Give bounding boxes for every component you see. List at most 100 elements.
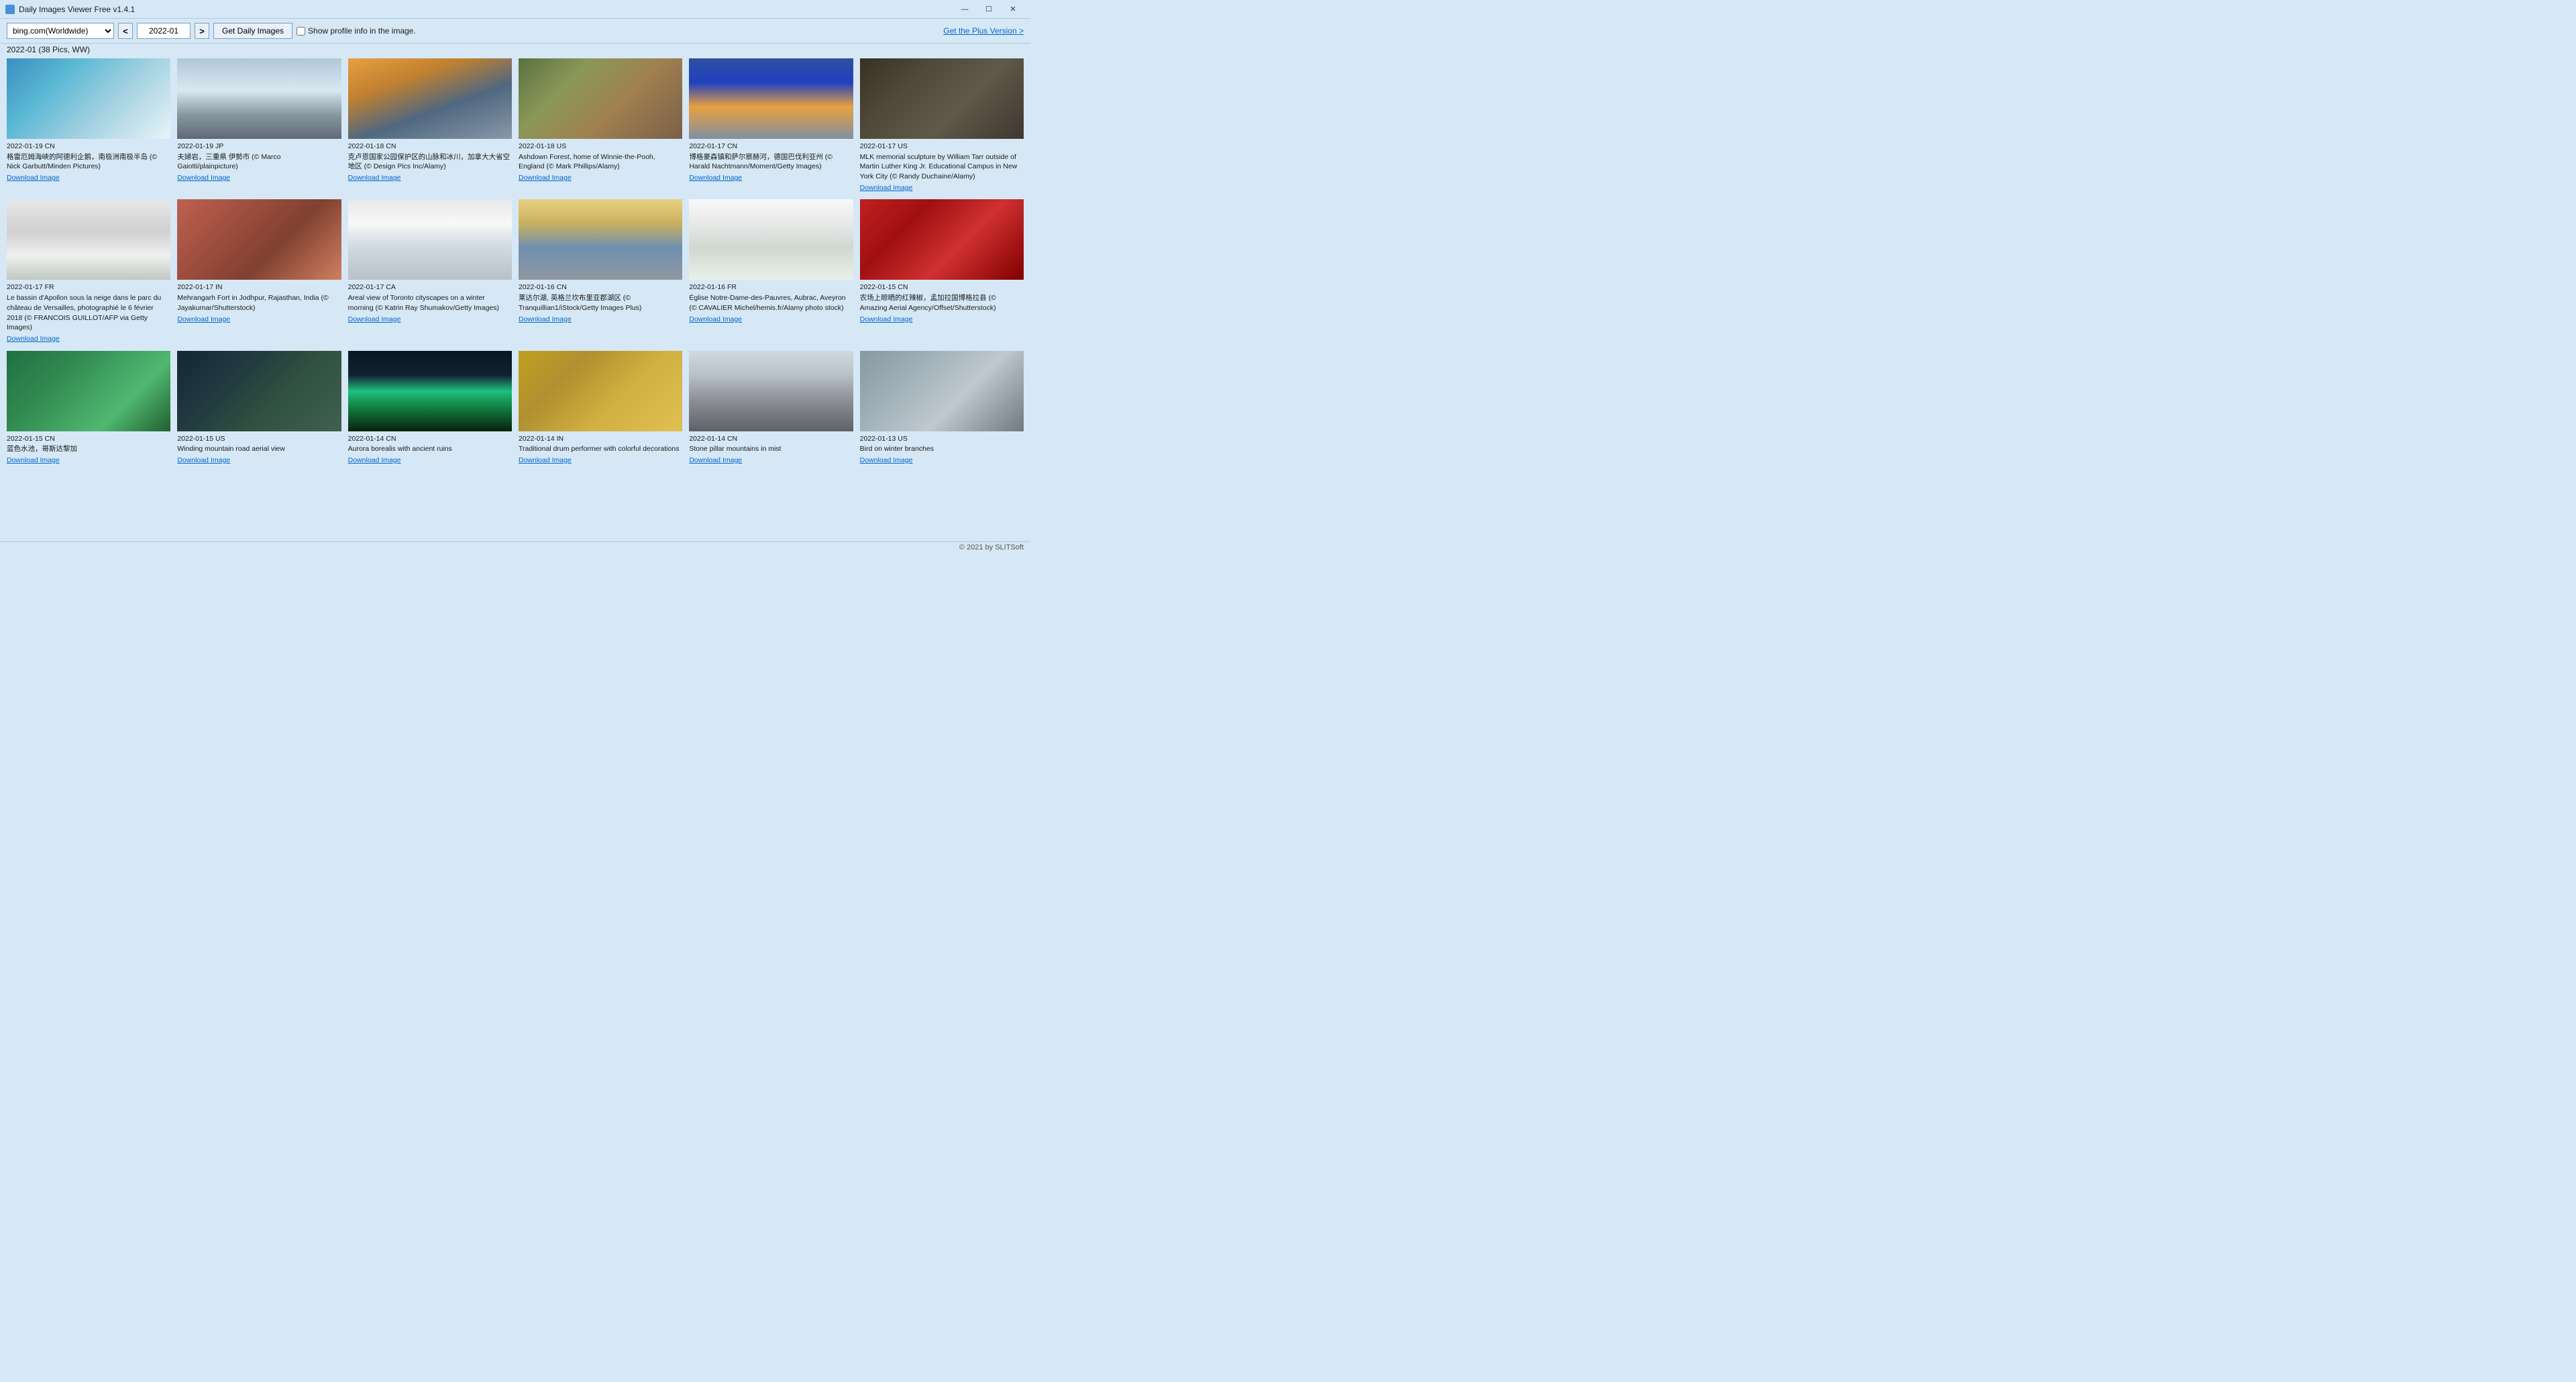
image-thumbnail	[348, 351, 512, 431]
image-meta: 2022-01-19 JP夫婦岩，三重県 伊勢市 (© Marco Gaiott…	[177, 142, 341, 183]
image-date-region: 2022-01-16 FR	[689, 282, 853, 293]
image-date-region: 2022-01-16 CN	[519, 282, 682, 293]
image-item: 2022-01-15 CN蓝色水池，哥斯达黎加Download Image	[7, 351, 170, 466]
image-thumbnail	[519, 58, 682, 139]
image-meta: 2022-01-17 FRLe bassin d'Apollon sous la…	[7, 282, 170, 343]
download-link[interactable]: Download Image	[860, 183, 1024, 193]
image-item: 2022-01-17 INMehrangarh Fort in Jodhpur,…	[177, 199, 341, 343]
image-date-region: 2022-01-17 FR	[7, 282, 170, 293]
app-title: Daily Images Viewer Free v1.4.1	[19, 5, 135, 14]
download-link[interactable]: Download Image	[348, 315, 512, 325]
download-link[interactable]: Download Image	[519, 315, 682, 325]
footer-copyright: © 2021 by SLITSoft	[959, 543, 1024, 551]
download-link[interactable]: Download Image	[519, 173, 682, 183]
image-thumbnail	[689, 58, 853, 139]
image-meta: 2022-01-19 CN格雷厄姆海峡的阿德利企鹅，南极洲南极半岛 (© Nic…	[7, 142, 170, 183]
download-link[interactable]: Download Image	[177, 315, 341, 325]
image-thumbnail	[860, 351, 1024, 431]
source-dropdown[interactable]: bing.com(Worldwide) bing.com(US) bing.co…	[7, 23, 114, 39]
image-date-region: 2022-01-17 CN	[689, 142, 853, 152]
image-thumbnail	[860, 199, 1024, 280]
image-meta: 2022-01-17 USMLK memorial sculpture by W…	[860, 142, 1024, 193]
download-link[interactable]: Download Image	[860, 456, 1024, 466]
get-daily-images-button[interactable]: Get Daily Images	[213, 23, 292, 39]
download-link[interactable]: Download Image	[689, 315, 853, 325]
image-description: Aurora borealis with ancient ruins	[348, 444, 512, 454]
download-link[interactable]: Download Image	[689, 456, 853, 466]
image-thumbnail	[348, 58, 512, 139]
download-link[interactable]: Download Image	[348, 456, 512, 466]
show-profile-label[interactable]: Show profile info in the image.	[297, 26, 416, 36]
image-meta: 2022-01-14 INTraditional drum performer …	[519, 434, 682, 466]
maximize-button[interactable]: ☐	[977, 0, 1001, 19]
download-link[interactable]: Download Image	[177, 456, 341, 466]
download-link[interactable]: Download Image	[7, 334, 170, 344]
image-date-region: 2022-01-19 JP	[177, 142, 341, 152]
image-thumbnail	[689, 351, 853, 431]
close-button[interactable]: ✕	[1001, 0, 1025, 19]
image-thumbnail	[177, 199, 341, 280]
image-item: 2022-01-17 CAAreal view of Toronto citys…	[348, 199, 512, 343]
image-description: Église Notre-Dame-des-Pauvres, Aubrac, A…	[689, 293, 853, 313]
image-description: 克卢恩国家公园保护区的山脉和冰川，加拿大大省空地区 (© Design Pics…	[348, 152, 512, 172]
image-item: 2022-01-19 CN格雷厄姆海峡的阿德利企鹅，南极洲南极半岛 (© Nic…	[7, 58, 170, 193]
image-thumbnail	[519, 351, 682, 431]
image-description: 农场上晾晒的红辣椒，孟加拉国博格拉县 (© Amazing Aerial Age…	[860, 293, 1024, 313]
image-description: MLK memorial sculpture by William Tarr o…	[860, 152, 1024, 182]
image-item: 2022-01-17 FRLe bassin d'Apollon sous la…	[7, 199, 170, 343]
image-item: 2022-01-17 USMLK memorial sculpture by W…	[860, 58, 1024, 193]
image-date-region: 2022-01-17 IN	[177, 282, 341, 293]
image-item: 2022-01-19 JP夫婦岩，三重県 伊勢市 (© Marco Gaiott…	[177, 58, 341, 193]
image-date-region: 2022-01-14 CN	[348, 434, 512, 444]
footer: © 2021 by SLITSoft	[0, 541, 1030, 553]
image-date-region: 2022-01-15 US	[177, 434, 341, 444]
prev-button[interactable]: <	[118, 23, 133, 39]
image-description: Bird on winter branches	[860, 444, 1024, 454]
image-description: 莱达尔湖, 英格兰坎布里亚郡湖区 (© Tranquillian1/iStock…	[519, 293, 682, 313]
image-item: 2022-01-15 USWinding mountain road aeria…	[177, 351, 341, 466]
date-input[interactable]	[137, 23, 191, 39]
plus-version-link[interactable]: Get the Plus Version >	[943, 26, 1024, 36]
minimize-button[interactable]: —	[953, 0, 977, 19]
image-item: 2022-01-14 CNStone pillar mountains in m…	[689, 351, 853, 466]
image-thumbnail	[689, 199, 853, 280]
image-meta: 2022-01-17 CN博格豪森镇和萨尔察赫河，德国巴伐利亚州 (© Hara…	[689, 142, 853, 183]
image-thumbnail	[7, 58, 170, 139]
download-link[interactable]: Download Image	[7, 173, 170, 183]
image-thumbnail	[519, 199, 682, 280]
image-item: 2022-01-17 CN博格豪森镇和萨尔察赫河，德国巴伐利亚州 (© Hara…	[689, 58, 853, 193]
image-meta: 2022-01-16 CN莱达尔湖, 英格兰坎布里亚郡湖区 (© Tranqui…	[519, 282, 682, 324]
image-date-region: 2022-01-14 CN	[689, 434, 853, 444]
next-button[interactable]: >	[195, 23, 209, 39]
image-description: 博格豪森镇和萨尔察赫河，德国巴伐利亚州 (© Harald Nachtmann/…	[689, 152, 853, 172]
image-date-region: 2022-01-18 US	[519, 142, 682, 152]
image-item: 2022-01-13 USBird on winter branchesDown…	[860, 351, 1024, 466]
image-description: 夫婦岩，三重県 伊勢市 (© Marco Gaiotti/plainpictur…	[177, 152, 341, 172]
image-thumbnail	[177, 58, 341, 139]
download-link[interactable]: Download Image	[860, 315, 1024, 325]
image-item: 2022-01-18 CN克卢恩国家公园保护区的山脉和冰川，加拿大大省空地区 (…	[348, 58, 512, 193]
image-date-region: 2022-01-18 CN	[348, 142, 512, 152]
image-item: 2022-01-16 CN莱达尔湖, 英格兰坎布里亚郡湖区 (© Tranqui…	[519, 199, 682, 343]
image-meta: 2022-01-18 USAshdown Forest, home of Win…	[519, 142, 682, 183]
title-bar: Daily Images Viewer Free v1.4.1 — ☐ ✕	[0, 0, 1030, 19]
image-item: 2022-01-15 CN农场上晾晒的红辣椒，孟加拉国博格拉县 (© Amazi…	[860, 199, 1024, 343]
image-meta: 2022-01-13 USBird on winter branchesDown…	[860, 434, 1024, 466]
image-thumbnail	[348, 199, 512, 280]
image-thumbnail	[7, 199, 170, 280]
show-profile-checkbox[interactable]	[297, 27, 305, 36]
image-item: 2022-01-16 FRÉglise Notre-Dame-des-Pauvr…	[689, 199, 853, 343]
image-date-region: 2022-01-17 CA	[348, 282, 512, 293]
download-link[interactable]: Download Image	[7, 456, 170, 466]
download-link[interactable]: Download Image	[348, 173, 512, 183]
image-date-region: 2022-01-19 CN	[7, 142, 170, 152]
download-link[interactable]: Download Image	[689, 173, 853, 183]
image-description: Winding mountain road aerial view	[177, 444, 341, 454]
main-content[interactable]: 2022-01-19 CN格雷厄姆海峡的阿德利企鹅，南极洲南极半岛 (© Nic…	[0, 56, 1030, 541]
window-controls: — ☐ ✕	[953, 0, 1025, 19]
download-link[interactable]: Download Image	[177, 173, 341, 183]
image-meta: 2022-01-15 CN农场上晾晒的红辣椒，孟加拉国博格拉县 (© Amazi…	[860, 282, 1024, 324]
image-thumbnail	[7, 351, 170, 431]
download-link[interactable]: Download Image	[519, 456, 682, 466]
image-description: 蓝色水池，哥斯达黎加	[7, 444, 170, 454]
